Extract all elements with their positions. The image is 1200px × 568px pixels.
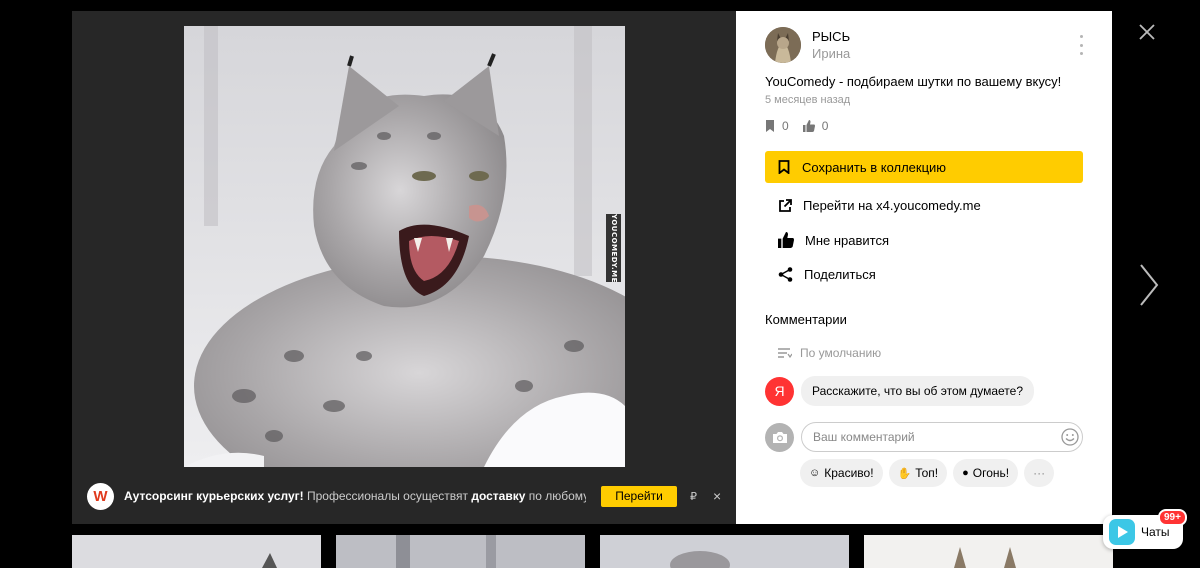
thumbs-up-icon <box>802 120 815 132</box>
quick-reactions: ☺ Красиво! ✋ Топ! ● Огонь! ··· <box>800 459 1060 487</box>
camera-icon[interactable] <box>765 422 794 452</box>
comment-prompt-row: Я Расскажите, что вы об этом думаете? <box>765 376 1034 406</box>
reaction-label: Красиво! <box>824 466 874 480</box>
post-stats: 0 0 <box>765 119 842 133</box>
watermark: YOUCOMEDY.ME <box>606 214 621 283</box>
channel-name[interactable]: РЫСЬ <box>812 29 850 44</box>
thumbs-up-icon <box>778 232 794 248</box>
thumbnail[interactable] <box>864 535 1113 568</box>
thumbnail[interactable] <box>336 535 585 568</box>
reaction-top-chip[interactable]: ✋ Топ! <box>888 459 948 487</box>
chats-label: Чаты <box>1141 525 1170 539</box>
fire-icon: ● <box>962 467 969 479</box>
thumbnail[interactable] <box>72 535 321 568</box>
ad-close-icon[interactable]: × <box>713 488 721 504</box>
ad-text[interactable]: Аутсорсинг курьерских услуг! Профессиона… <box>124 489 586 503</box>
unread-badge: 99+ <box>1158 509 1187 526</box>
ad-currency-icon[interactable]: ₽ <box>690 490 697 503</box>
share-button[interactable]: Поделиться <box>778 267 876 282</box>
share-label: Поделиться <box>804 267 876 282</box>
yandex-logo: Я <box>765 376 794 406</box>
smile-icon: ☺ <box>809 467 821 479</box>
likes-stat: 0 <box>802 119 829 133</box>
saves-count: 0 <box>782 119 789 133</box>
chat-icon <box>1109 519 1135 545</box>
reaction-fire-chip[interactable]: ● Огонь! <box>953 459 1019 487</box>
more-reactions-chip[interactable]: ··· <box>1024 459 1055 487</box>
comment-input[interactable] <box>801 422 1083 452</box>
comment-input-row <box>765 422 1083 452</box>
bookmark-icon <box>766 120 774 132</box>
ad-text-bold: доставку <box>471 489 526 503</box>
goto-site-label: Перейти на x4.youcomedy.me <box>803 198 981 213</box>
like-button[interactable]: Мне нравится <box>778 232 889 248</box>
post-time: 5 месяцев назад <box>765 94 851 106</box>
reaction-label: Топ! <box>915 466 939 480</box>
related-thumbnails <box>0 535 1200 568</box>
close-icon[interactable] <box>1138 23 1156 41</box>
like-label: Мне нравится <box>805 232 890 248</box>
ad-go-button[interactable]: Перейти <box>601 485 677 507</box>
channel-avatar[interactable] <box>765 27 801 63</box>
reaction-label: Огонь! <box>972 466 1010 480</box>
ad-title: Аутсорсинг курьерских услуг! <box>124 489 304 503</box>
emoji-icon[interactable] <box>1061 428 1079 446</box>
goto-site-link[interactable]: Перейти на x4.youcomedy.me <box>778 198 981 213</box>
hand-icon: ✋ <box>897 467 912 480</box>
post-info-panel: РЫСЬ Ирина YouComedy - подбираем шутки п… <box>736 11 1112 524</box>
reaction-beautiful-chip[interactable]: ☺ Красиво! <box>800 459 883 487</box>
sort-label: По умолчанию <box>800 346 882 360</box>
likes-count: 0 <box>821 119 829 133</box>
comments-title: Комментарии <box>765 312 847 327</box>
comments-sort[interactable]: По умолчанию <box>778 346 881 360</box>
photo-viewer: YOUCOMEDY.ME W Аутсорсинг курьерских усл… <box>72 11 736 524</box>
save-button-label: Сохранить в коллекцию <box>802 159 947 175</box>
advertiser-logo: W <box>87 482 114 510</box>
share-icon <box>778 267 793 282</box>
ad-text-part2: по любому … <box>528 489 586 503</box>
ad-text-part1: Профессионалы осуществят <box>307 489 468 503</box>
next-arrow-icon[interactable] <box>1138 263 1160 307</box>
saves-stat: 0 <box>765 119 789 133</box>
bookmark-icon <box>778 160 790 174</box>
comment-prompt: Расскажите, что вы об этом думаете? <box>801 376 1034 406</box>
channel-author[interactable]: Ирина <box>812 46 850 61</box>
save-to-collection-button[interactable]: Сохранить в коллекцию <box>765 151 1083 183</box>
sort-icon <box>778 348 792 358</box>
thumbnail[interactable] <box>600 535 849 568</box>
lynx-photo[interactable]: YOUCOMEDY.ME <box>184 26 625 467</box>
ad-banner[interactable]: W Аутсорсинг курьерских услуг! Профессио… <box>72 468 736 524</box>
more-reactions-label: ··· <box>1033 466 1046 480</box>
lynx-illustration <box>184 26 625 467</box>
external-link-icon <box>779 198 792 212</box>
chats-widget[interactable]: Чаты 99+ <box>1103 509 1187 549</box>
more-options-icon[interactable] <box>1076 35 1086 55</box>
post-description: YouComedy - подбираем шутки по вашему вк… <box>765 74 1062 89</box>
